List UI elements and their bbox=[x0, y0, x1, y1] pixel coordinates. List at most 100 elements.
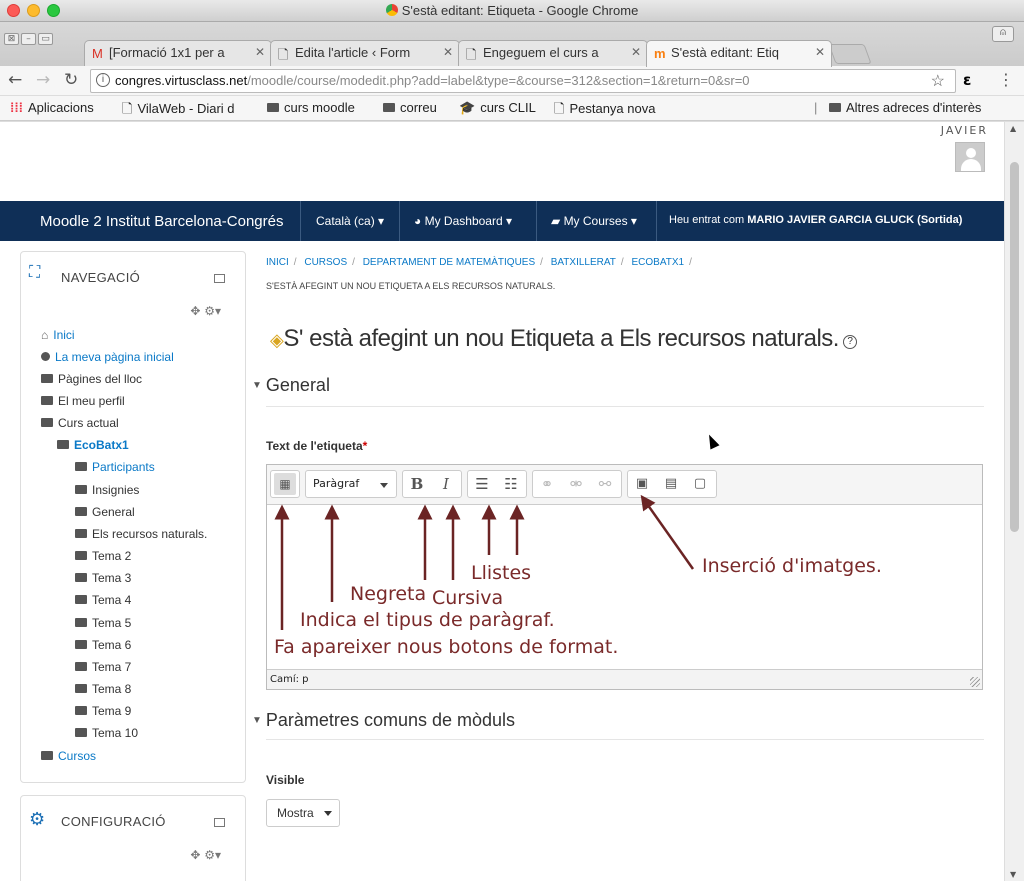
breadcrumb-item[interactable]: BATXILLERAT bbox=[551, 257, 616, 268]
visible-select[interactable]: Mostra bbox=[266, 799, 340, 827]
nav-tema-8[interactable]: Tema 8 bbox=[75, 682, 131, 700]
close-tab-icon[interactable]: ✕ bbox=[255, 45, 265, 59]
tab-engeguem[interactable]: 🗋 Engeguem el curs a ✕ bbox=[458, 40, 648, 66]
link-icon[interactable]: ⚭ bbox=[536, 473, 558, 495]
folder-icon bbox=[75, 485, 87, 494]
bookmark-star-icon[interactable]: ☆ bbox=[931, 71, 945, 92]
breadcrumb-item[interactable]: DEPARTAMENT DE MATEMÀTIQUES bbox=[363, 257, 535, 268]
field-label: Text de l'etiqueta* bbox=[266, 439, 368, 453]
block-actions-icon[interactable]: ✥ ⚙▾ bbox=[190, 304, 221, 318]
block-actions-icon[interactable]: ✥ ⚙▾ bbox=[190, 848, 221, 862]
bookmarks-bar: ⁞⁞⁞ Aplicacions 🗋 VilaWeb - Diari d curs m… bbox=[0, 96, 1024, 121]
unlink-icon[interactable]: ⚮ bbox=[565, 473, 587, 495]
nav-home[interactable]: ⌂ Inici bbox=[41, 328, 75, 346]
image-icon[interactable]: ▣ bbox=[631, 473, 653, 495]
section-common[interactable]: ▼ Paràmetres comuns de mòduls bbox=[252, 710, 515, 731]
nav-general[interactable]: General bbox=[75, 505, 135, 523]
media-icon[interactable]: ▤ bbox=[660, 473, 682, 495]
address-bar[interactable]: i congres.virtusclass.net/moodle/course/… bbox=[90, 69, 956, 93]
nav-tema-4[interactable]: Tema 4 bbox=[75, 593, 131, 611]
bookmark-vilaweb[interactable]: 🗋 VilaWeb - Diari d bbox=[122, 100, 235, 122]
dashboard-icon: ◕ bbox=[414, 214, 425, 228]
forward-icon[interactable]: → bbox=[36, 70, 50, 90]
page-icon: 🗋 bbox=[466, 47, 477, 62]
page-content: JAVIER Moodle 2 Institut Barcelona-Congr… bbox=[0, 122, 1004, 881]
resize-handle[interactable] bbox=[970, 677, 980, 687]
scroll-up-icon[interactable]: ▲ bbox=[1010, 124, 1016, 133]
reload-icon[interactable]: ↻ bbox=[64, 70, 78, 90]
site-brand[interactable]: Moodle 2 Institut Barcelona-Congrés bbox=[40, 213, 283, 230]
nav-tema-2[interactable]: Tema 2 bbox=[75, 549, 131, 567]
paragraph-style-select[interactable]: Paràgraf bbox=[305, 470, 397, 498]
help-icon[interactable]: ? bbox=[842, 335, 857, 349]
nav-tema-6[interactable]: Tema 6 bbox=[75, 638, 131, 656]
breadcrumb-item[interactable]: ECOBATX1 bbox=[631, 257, 684, 268]
nav-tema-7[interactable]: Tema 7 bbox=[75, 660, 131, 678]
bookmark-correu[interactable]: correu bbox=[383, 100, 437, 115]
page-scrollbar[interactable]: ▲ ▼ bbox=[1004, 122, 1024, 881]
nav-tema-10[interactable]: Tema 10 bbox=[75, 726, 138, 744]
page-icon: 🗋 bbox=[122, 101, 133, 116]
nav-my-home[interactable]: La meva pàgina inicial bbox=[41, 350, 174, 368]
courses-menu[interactable]: ▰ My Courses ▾ bbox=[551, 214, 637, 228]
nav-tema-9[interactable]: Tema 9 bbox=[75, 704, 131, 722]
avatar[interactable] bbox=[955, 142, 985, 172]
folder-icon bbox=[57, 440, 69, 449]
close-tab-icon[interactable]: ✕ bbox=[815, 45, 825, 59]
restore-small-icon[interactable]: ▭ bbox=[38, 33, 53, 45]
settings-title: CONFIGURACIÓ bbox=[61, 814, 166, 829]
minimize-small-icon[interactable]: – bbox=[21, 33, 36, 45]
info-icon[interactable]: i bbox=[96, 73, 110, 87]
bookmark-pestanya-nova[interactable]: 🗋 Pestanya nova bbox=[554, 100, 655, 122]
close-tab-icon[interactable]: ✕ bbox=[631, 45, 641, 59]
tab-edita-article[interactable]: 🗋 Edita l'article ‹ Form ✕ bbox=[270, 40, 460, 66]
nav-ecobatx1[interactable]: EcoBatx1 bbox=[57, 438, 129, 456]
close-small-icon[interactable]: ⊠ bbox=[4, 33, 19, 45]
nav-badges[interactable]: Insignies bbox=[75, 483, 139, 501]
language-menu[interactable]: Català (ca) ▾ bbox=[316, 214, 384, 228]
scroll-thumb[interactable] bbox=[1010, 162, 1019, 532]
bullet-list-icon[interactable]: ☰ bbox=[471, 473, 493, 495]
bookmark-altres[interactable]: Altres adreces d'interès bbox=[829, 100, 981, 115]
bold-icon[interactable]: B bbox=[406, 473, 428, 495]
profile-button[interactable]: ⍝ bbox=[992, 26, 1014, 42]
tab-strip: ⊠ – ▭ ⍝ M [Formació 1x1 per a ✕ 🗋 Edita l'art… bbox=[0, 22, 1024, 67]
apps-grid-icon: ⁞⁞⁞ bbox=[10, 100, 23, 115]
nav-participants[interactable]: Participants bbox=[75, 460, 155, 478]
section-general[interactable]: ▼ General bbox=[252, 375, 330, 396]
toolbar-toggle-icon[interactable]: ▦ bbox=[274, 473, 296, 495]
extension-icon[interactable]: ɛ bbox=[963, 71, 971, 89]
italic-icon[interactable]: I bbox=[435, 473, 457, 495]
numbered-list-icon[interactable]: ☷ bbox=[500, 473, 522, 495]
annotation-lists: Llistes bbox=[471, 562, 532, 584]
breadcrumb-item[interactable]: INICI bbox=[266, 257, 289, 268]
nav-courses[interactable]: Cursos bbox=[41, 749, 96, 767]
chrome-menu-icon[interactable]: ⋮ bbox=[998, 70, 1014, 89]
breadcrumb-item[interactable]: CURSOS bbox=[304, 257, 347, 268]
nav-tema-3[interactable]: Tema 3 bbox=[75, 571, 131, 589]
nav-recursos[interactable]: Els recursos naturals. bbox=[75, 527, 207, 545]
manage-files-icon[interactable]: ▢ bbox=[689, 473, 711, 495]
dashboard-menu[interactable]: ◕ My Dashboard ▾ bbox=[414, 214, 512, 228]
close-tab-icon[interactable]: ✕ bbox=[443, 45, 453, 59]
bookmark-curs-clil[interactable]: 🎓 curs CLIL bbox=[459, 100, 536, 116]
folder-icon bbox=[75, 507, 87, 516]
bookmark-apps[interactable]: ⁞⁞⁞ Aplicacions bbox=[10, 100, 94, 115]
bookmark-curs-moodle[interactable]: curs moodle bbox=[267, 100, 355, 115]
tab-editing-label[interactable]: m S'està editant: Etiq ✕ bbox=[646, 40, 832, 67]
nav-site-pages[interactable]: Pàgines del lloc bbox=[41, 372, 142, 390]
back-icon[interactable]: ← bbox=[8, 70, 22, 90]
nav-current-course[interactable]: Curs actual bbox=[41, 416, 119, 434]
tab-gmail[interactable]: M [Formació 1x1 per a ✕ bbox=[84, 40, 272, 66]
scroll-down-icon[interactable]: ▼ bbox=[1010, 870, 1016, 879]
minimize-block-icon[interactable] bbox=[214, 818, 225, 827]
user-link[interactable]: MARIO JAVIER GARCIA GLUCK bbox=[747, 214, 914, 226]
nav-tema-5[interactable]: Tema 5 bbox=[75, 616, 131, 634]
page-icon: 🗋 bbox=[554, 101, 565, 116]
anchor-icon[interactable]: ⚯ bbox=[594, 473, 616, 495]
folder-icon bbox=[75, 595, 87, 604]
new-tab-button[interactable] bbox=[828, 44, 872, 64]
logout-link[interactable]: (Sortida) bbox=[917, 214, 962, 226]
minimize-block-icon[interactable] bbox=[214, 274, 225, 283]
nav-my-profile[interactable]: El meu perfil bbox=[41, 394, 125, 412]
